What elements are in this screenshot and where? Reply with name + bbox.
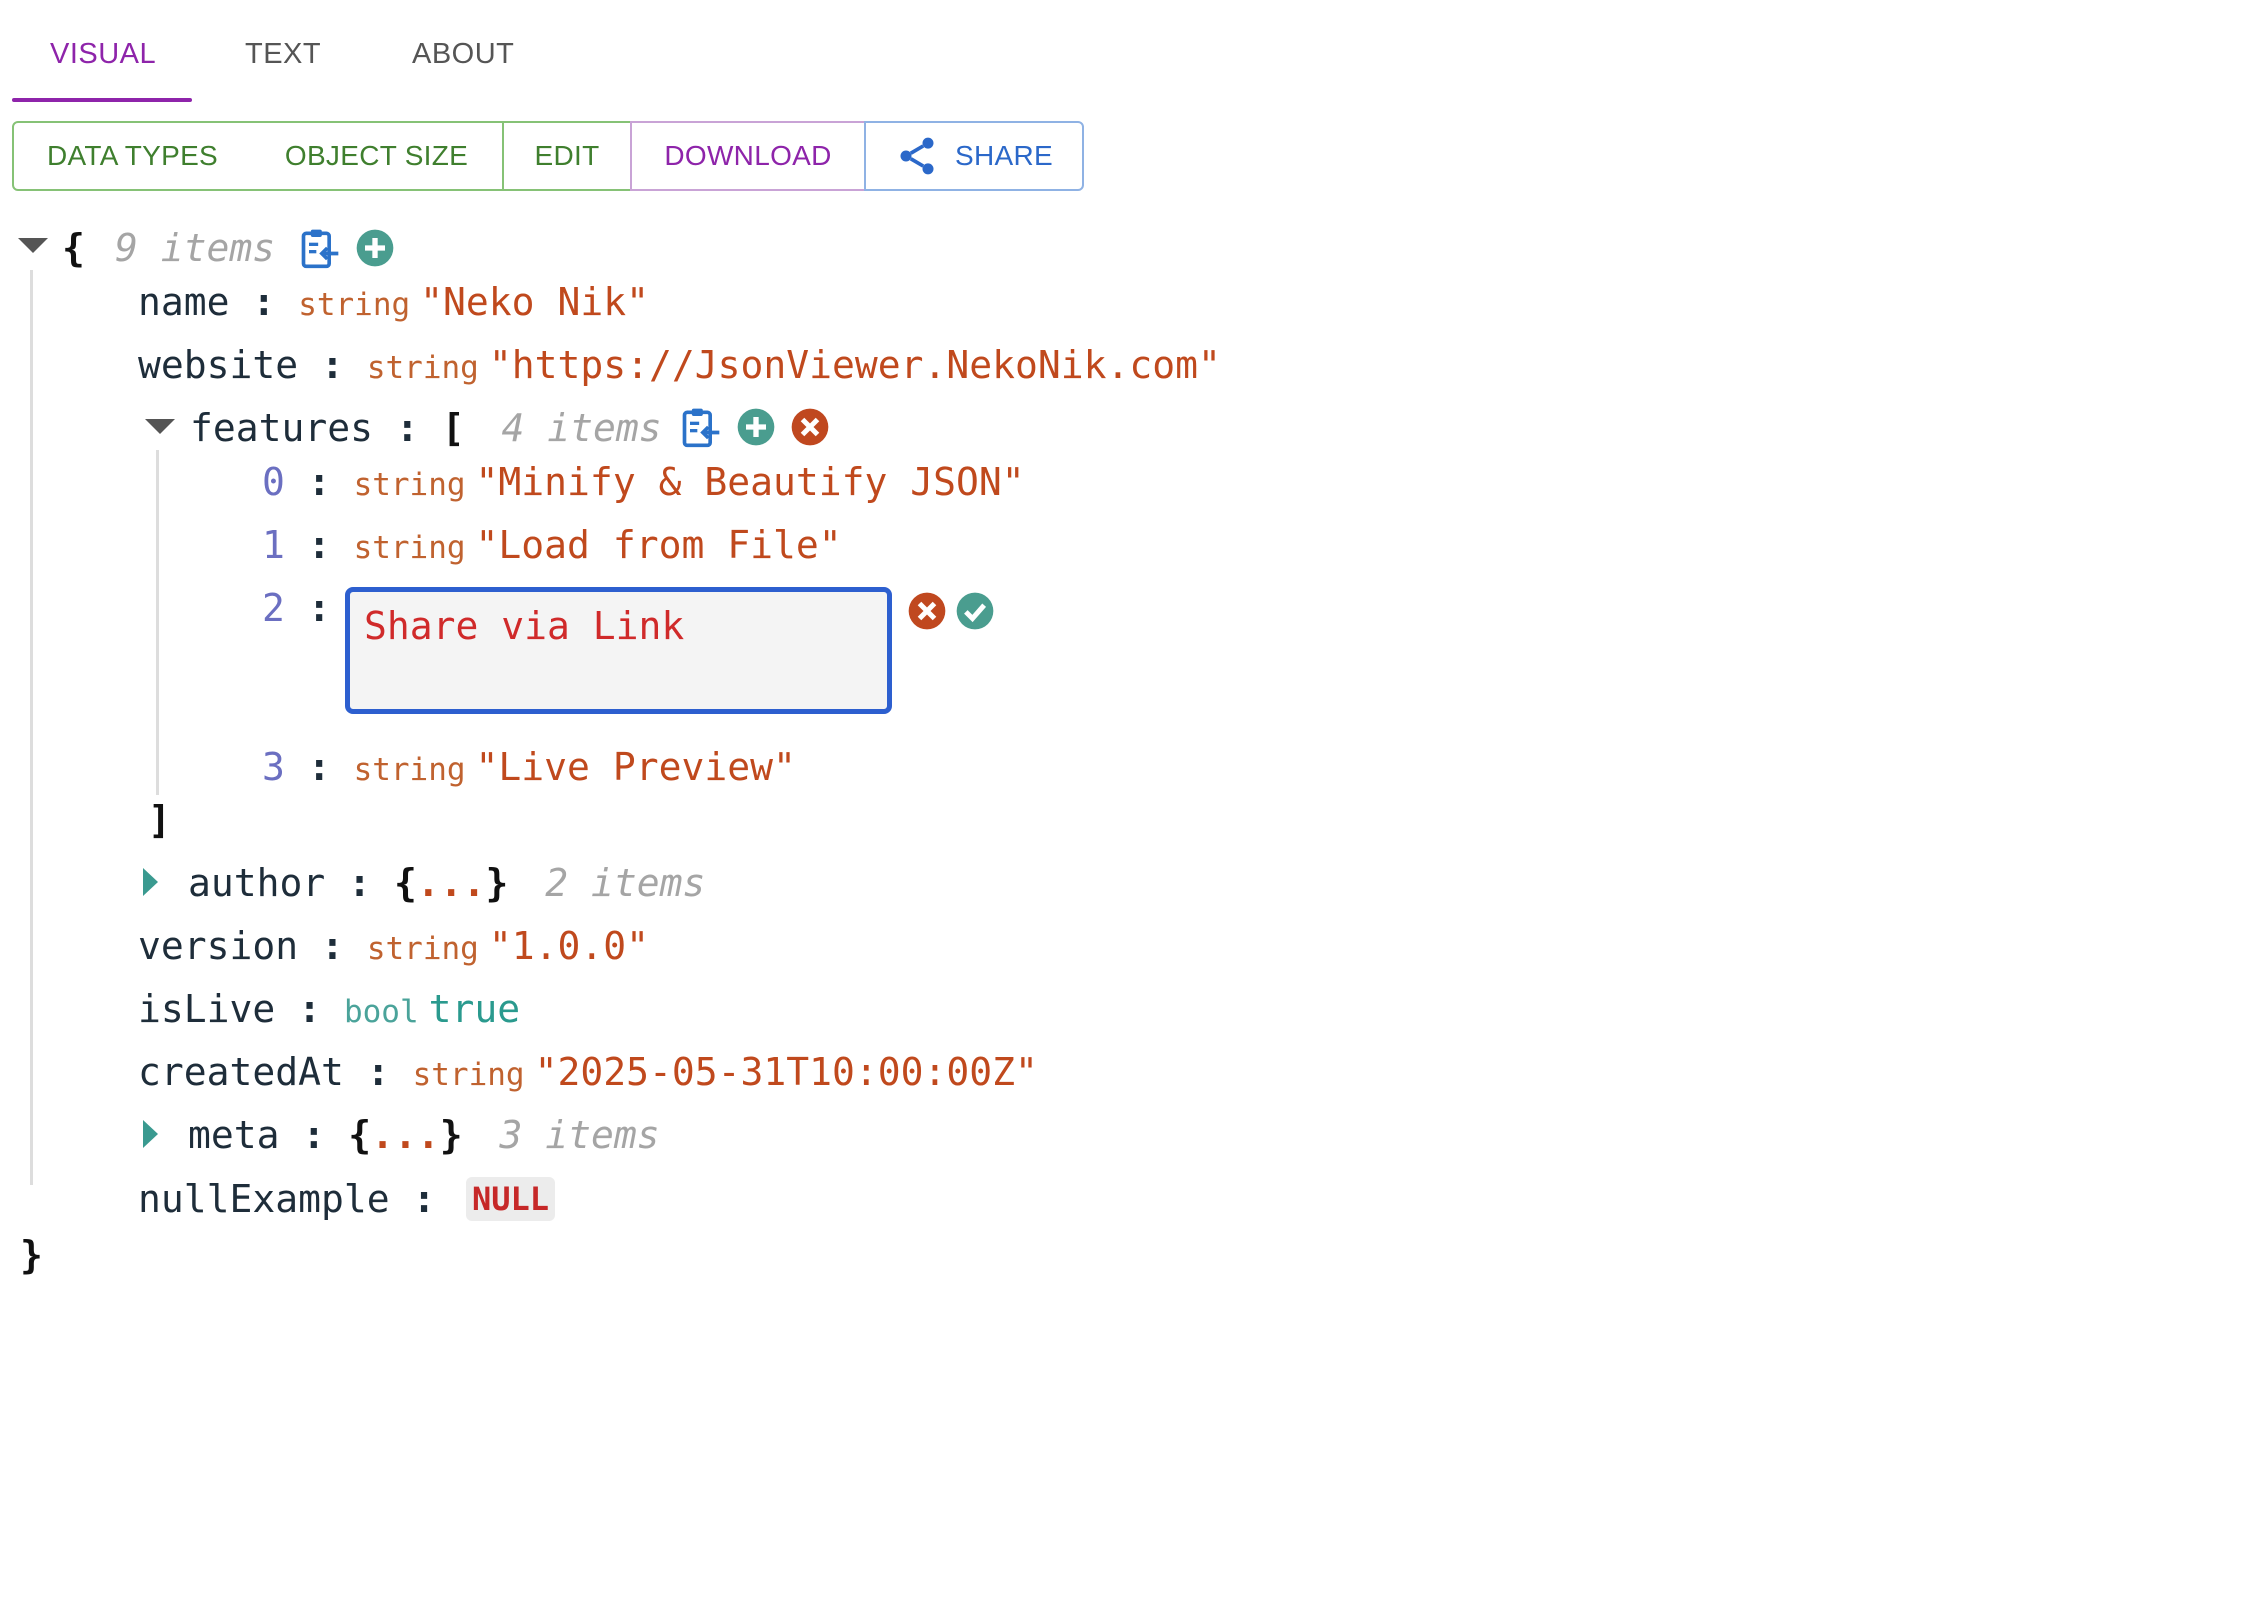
feature-index-0: 0 <box>262 460 285 504</box>
islive-row: isLive : bool true <box>138 986 520 1035</box>
meta-item-count: 3 items <box>499 1113 660 1157</box>
feature-item-1: 1 : string "Load from File" <box>262 522 842 571</box>
feature-type-1: string <box>353 530 466 566</box>
features-row: features : [ 4 items <box>190 405 662 451</box>
copy-features-icon[interactable] <box>679 405 723 449</box>
version-colon: : <box>321 924 344 968</box>
features-indent-guide <box>156 450 159 795</box>
feature-colon-3: : <box>307 745 331 789</box>
feature-type-3: string <box>353 752 466 788</box>
createdat-colon: : <box>366 1050 390 1094</box>
feature-value-3[interactable]: "Live Preview" <box>476 745 796 789</box>
version-value[interactable]: "1.0.0" <box>489 924 649 968</box>
feature-index-2: 2 <box>262 586 285 630</box>
createdat-type: string <box>412 1057 525 1093</box>
author-colon: : <box>348 861 372 905</box>
feature-item-2: 2 : <box>262 585 331 631</box>
cancel-edit-icon[interactable] <box>907 591 947 631</box>
feature-type-0: string <box>353 467 466 503</box>
author-key: author <box>188 861 326 905</box>
add-root-icon[interactable] <box>355 228 395 268</box>
feature-colon-0: : <box>307 460 331 504</box>
root-indent-guide <box>30 270 33 1185</box>
root-open-brace: { <box>62 226 85 270</box>
features-colon: : <box>395 406 419 450</box>
islive-type: bool <box>343 994 419 1030</box>
share-label: SHARE <box>955 140 1053 171</box>
tab-visual[interactable]: VISUAL <box>50 38 156 71</box>
author-item-count: 2 items <box>545 861 706 905</box>
feature-colon-1: : <box>307 523 331 567</box>
feature-colon-2: : <box>307 586 331 630</box>
author-row: author : {...} 2 items <box>188 860 705 906</box>
share-icon <box>900 137 934 175</box>
data-types-button[interactable]: DATA TYPES <box>12 121 253 191</box>
meta-key: meta <box>188 1113 280 1157</box>
feature-index-3: 3 <box>262 745 285 789</box>
name-key: name <box>138 280 230 324</box>
website-value[interactable]: "https://JsonViewer.NekoNik.com" <box>489 343 1221 387</box>
version-type: string <box>366 931 479 967</box>
name-type: string <box>298 287 411 323</box>
add-features-icon[interactable] <box>736 407 776 447</box>
author-collapsed-dots[interactable]: ... <box>417 861 486 905</box>
tab-about[interactable]: ABOUT <box>412 38 514 71</box>
feature-item-0: 0 : string "Minify & Beautify JSON" <box>262 459 1025 508</box>
features-item-count: 4 items <box>501 406 662 450</box>
feature-value-1[interactable]: "Load from File" <box>476 523 842 567</box>
features-key: features <box>190 406 374 450</box>
root-item-count: 9 items <box>115 226 276 270</box>
website-row: website : string "https://JsonViewer.Neko… <box>138 342 1221 391</box>
islive-colon: : <box>298 987 322 1031</box>
features-close-bracket: ] <box>148 798 171 842</box>
name-value[interactable]: "Neko Nik" <box>420 280 649 324</box>
name-row: name : string "Neko Nik" <box>138 279 649 328</box>
tab-text[interactable]: TEXT <box>245 38 321 71</box>
null-badge[interactable]: NULL <box>466 1177 556 1221</box>
expand-meta-icon[interactable] <box>143 1120 158 1148</box>
author-close-brace: } <box>485 861 509 905</box>
share-button[interactable]: SHARE <box>864 121 1084 191</box>
confirm-edit-icon[interactable] <box>955 591 995 631</box>
expand-author-icon[interactable] <box>143 868 158 896</box>
name-colon: : <box>252 280 276 324</box>
islive-key: isLive <box>138 987 276 1031</box>
collapse-root-icon[interactable] <box>18 238 48 253</box>
data-types-label: DATA TYPES <box>46 140 219 171</box>
website-colon: : <box>321 343 344 387</box>
version-key: version <box>138 924 299 968</box>
feature-item-3: 3 : string "Live Preview" <box>262 744 796 793</box>
createdat-row: createdAt : string "2025-05-31T10:00:00Z" <box>138 1049 1038 1098</box>
edit-button[interactable]: EDIT <box>502 121 632 191</box>
meta-open-brace: { <box>348 1113 372 1157</box>
copy-root-icon[interactable] <box>298 226 342 270</box>
createdat-value[interactable]: "2025-05-31T10:00:00Z" <box>535 1050 1038 1094</box>
version-row: version : string "1.0.0" <box>138 923 649 972</box>
download-button[interactable]: DOWNLOAD <box>630 121 866 191</box>
edit-label: EDIT <box>534 140 600 171</box>
collapse-features-icon[interactable] <box>145 419 175 434</box>
object-size-button[interactable]: OBJECT SIZE <box>251 121 504 191</box>
feature-index-1: 1 <box>262 523 285 567</box>
object-size-label: OBJECT SIZE <box>284 140 469 171</box>
nullexample-key: nullExample <box>138 1177 390 1221</box>
root-close-brace: } <box>20 1233 43 1277</box>
meta-colon: : <box>302 1113 326 1157</box>
remove-features-icon[interactable] <box>790 407 830 447</box>
author-open-brace: { <box>393 861 417 905</box>
features-open-bracket: [ <box>441 406 465 450</box>
website-key: website <box>138 343 299 387</box>
meta-row: meta : {...} 3 items <box>188 1112 660 1158</box>
download-label: DOWNLOAD <box>664 140 832 171</box>
feature-value-0[interactable]: "Minify & Beautify JSON" <box>476 460 1025 504</box>
meta-collapsed-dots[interactable]: ... <box>371 1113 440 1157</box>
meta-close-brace: } <box>439 1113 463 1157</box>
nullexample-row: nullExample : <box>138 1176 435 1222</box>
createdat-key: createdAt <box>138 1050 344 1094</box>
active-tab-indicator <box>12 98 192 102</box>
nullexample-colon: : <box>412 1177 436 1221</box>
website-type: string <box>366 350 479 386</box>
islive-value[interactable]: true <box>429 987 521 1031</box>
feature-edit-textarea[interactable] <box>345 587 892 714</box>
